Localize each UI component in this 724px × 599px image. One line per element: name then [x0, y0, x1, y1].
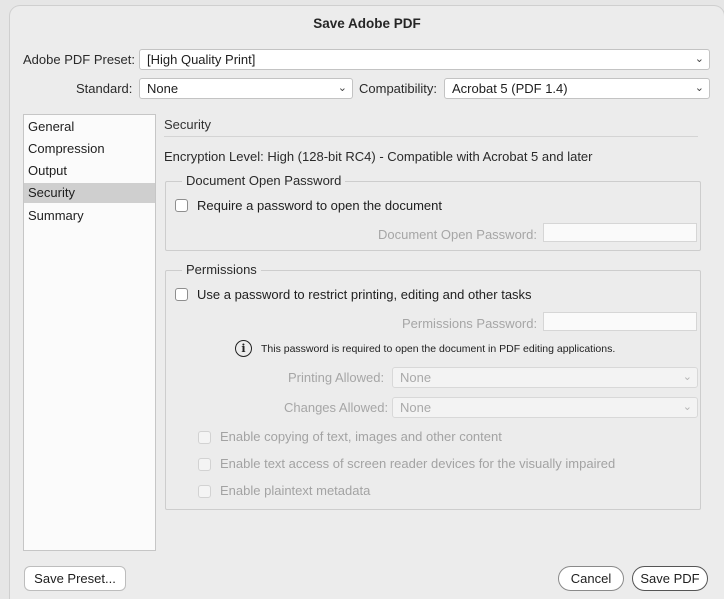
restrict-password-checkbox[interactable]: [175, 288, 188, 301]
preset-value: [High Quality Print]: [147, 52, 256, 67]
enable-plaintext-metadata-label: Enable plaintext metadata: [220, 483, 371, 498]
compatibility-label: Compatibility:: [359, 81, 438, 96]
chevron-down-icon: ⌄: [694, 53, 704, 65]
permissions-group: [165, 270, 701, 510]
info-icon: i: [235, 340, 252, 357]
cancel-button[interactable]: Cancel: [558, 566, 624, 591]
printing-allowed-value: None: [400, 370, 432, 385]
preset-select[interactable]: [High Quality Print] ⌄: [139, 49, 710, 70]
save-preset-button[interactable]: Save Preset...: [24, 566, 126, 591]
changes-allowed-label: Changes Allowed:: [284, 400, 389, 415]
section-title: Security: [164, 117, 211, 132]
restrict-password-label: Use a password to restrict printing, edi…: [197, 287, 532, 302]
open-password-group-title: Document Open Password: [182, 173, 346, 188]
chevron-down-icon: ⌄: [682, 401, 692, 413]
compatibility-value: Acrobat 5 (PDF 1.4): [452, 81, 568, 96]
sidebar-item-compression[interactable]: Compression: [24, 139, 155, 159]
open-password-field-label: Document Open Password:: [378, 227, 537, 242]
encryption-level-text: Encryption Level: High (128-bit RC4) - C…: [164, 149, 593, 164]
category-sidebar: General Compression Output Security Summ…: [23, 114, 156, 551]
sidebar-item-summary[interactable]: Summary: [24, 206, 155, 226]
save-pdf-button[interactable]: Save PDF: [632, 566, 708, 591]
section-divider: [164, 136, 698, 137]
enable-screen-reader-checkbox[interactable]: [198, 458, 211, 471]
standard-select[interactable]: None ⌄: [139, 78, 353, 99]
sidebar-item-output[interactable]: Output: [24, 161, 155, 181]
preset-label: Adobe PDF Preset:: [23, 52, 135, 67]
permissions-group-title: Permissions: [182, 262, 261, 277]
chevron-down-icon: ⌄: [337, 82, 347, 94]
printing-allowed-label: Printing Allowed:: [288, 370, 385, 385]
sidebar-item-general[interactable]: General: [24, 117, 155, 137]
permissions-password-field-label: Permissions Password:: [402, 316, 538, 331]
sidebar-item-security[interactable]: Security: [24, 183, 155, 203]
chevron-down-icon: ⌄: [682, 371, 692, 383]
changes-allowed-select[interactable]: None ⌄: [392, 397, 698, 418]
changes-allowed-value: None: [400, 400, 432, 415]
chevron-down-icon: ⌄: [694, 82, 704, 94]
enable-copying-checkbox[interactable]: [198, 431, 211, 444]
enable-plaintext-metadata-checkbox[interactable]: [198, 485, 211, 498]
enable-copying-label: Enable copying of text, images and other…: [220, 429, 502, 444]
save-pdf-dialog: Save Adobe PDF Adobe PDF Preset: [High Q…: [10, 6, 724, 599]
require-password-checkbox[interactable]: [175, 199, 188, 212]
require-password-label: Require a password to open the document: [197, 198, 442, 213]
info-text: This password is required to open the do…: [261, 343, 616, 355]
printing-allowed-select[interactable]: None ⌄: [392, 367, 698, 388]
enable-screen-reader-label: Enable text access of screen reader devi…: [220, 456, 616, 471]
standard-value: None: [147, 81, 179, 96]
standard-label: Standard:: [76, 81, 133, 96]
compatibility-select[interactable]: Acrobat 5 (PDF 1.4) ⌄: [444, 78, 710, 99]
permissions-password-field[interactable]: [543, 312, 697, 331]
open-password-field[interactable]: [543, 223, 697, 242]
window-title: Save Adobe PDF: [313, 16, 421, 31]
